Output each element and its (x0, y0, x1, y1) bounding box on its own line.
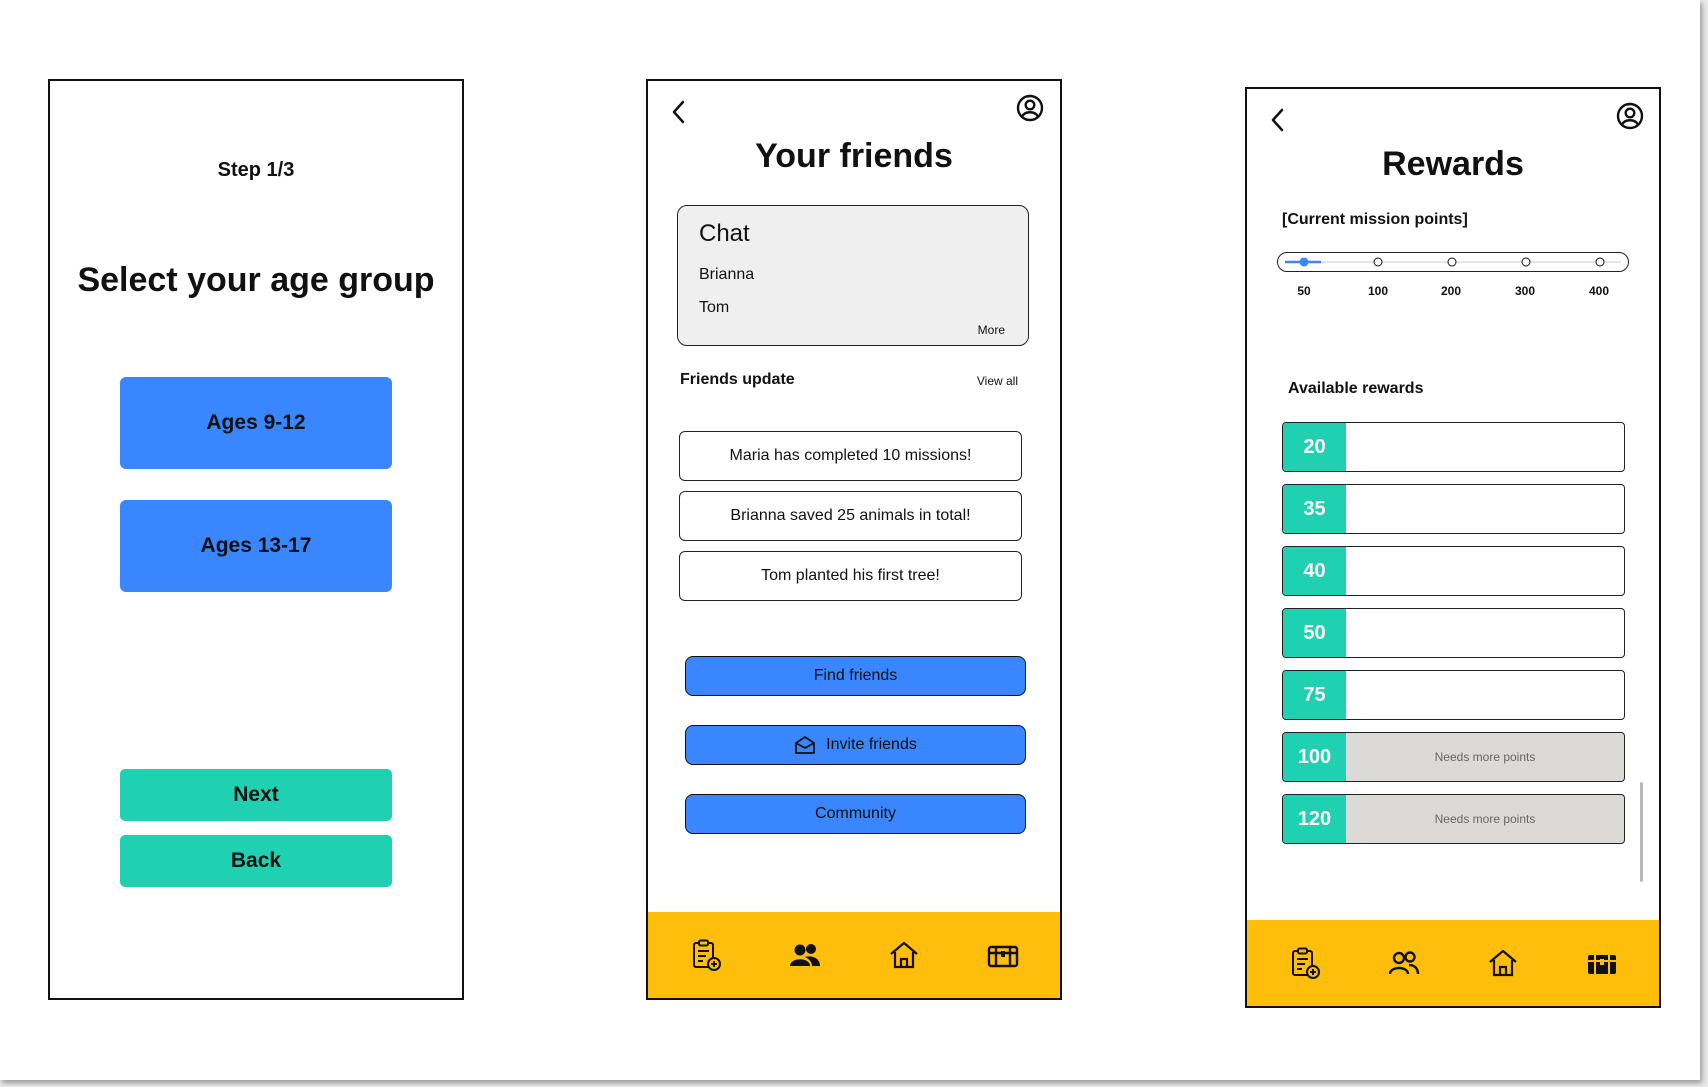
bottom-tab-bar (1247, 920, 1659, 1006)
find-friends-button[interactable]: Find friends (685, 656, 1026, 696)
invite-friends-button[interactable]: Invite friends (685, 725, 1026, 765)
tab-friends[interactable] (787, 937, 823, 973)
tab-rewards[interactable] (1584, 945, 1620, 981)
age-13-17-button[interactable]: Ages 13-17 (120, 500, 392, 592)
invite-friends-label: Invite friends (826, 736, 917, 753)
canvas: Step 1/3 Select your age group Ages 9-12… (0, 0, 1700, 1080)
friend-name: Maria (729, 447, 770, 464)
home-icon (889, 941, 918, 969)
friend-name: Brianna (730, 507, 786, 524)
slider-thumb[interactable] (1299, 257, 1308, 266)
find-friends-label: Find friends (813, 667, 898, 684)
chat-contact[interactable]: Tom (699, 299, 729, 317)
reward-item[interactable]: 35 (1282, 484, 1625, 534)
chat-title: Chat (699, 220, 750, 247)
missions-icon (1291, 947, 1320, 979)
friend-update-card[interactable]: Maria has completed 10 missions! (679, 431, 1022, 481)
reward-item[interactable]: 75 (1282, 670, 1625, 720)
view-all-link[interactable]: View all (977, 374, 1018, 388)
friends-update-label: Friends update (680, 371, 795, 388)
scrollbar[interactable] (1640, 782, 1643, 882)
slider-tick-label: 200 (1440, 284, 1462, 298)
reward-points: 120 (1283, 795, 1346, 843)
tab-missions[interactable] (688, 937, 724, 973)
reward-note: Needs more points (1434, 750, 1536, 764)
reward-note (1346, 609, 1624, 657)
tab-rewards[interactable] (985, 937, 1021, 973)
reward-note (1346, 547, 1624, 595)
slider-tick-label: 300 (1514, 284, 1536, 298)
page-title: Select your age group (77, 261, 435, 299)
community-label: Community (815, 805, 896, 822)
friend-update-card[interactable]: Brianna saved 25 animals in total! (679, 491, 1022, 541)
reward-points: 35 (1283, 485, 1346, 533)
missions-icon (692, 939, 721, 971)
update-text: saved 25 animals in total! (785, 507, 971, 524)
reward-note (1346, 485, 1624, 533)
available-rewards-label: Available rewards (1288, 380, 1424, 397)
tab-home[interactable] (886, 937, 922, 973)
step-indicator: Step 1/3 (217, 159, 295, 181)
reward-item-locked[interactable]: 120 Needs more points (1282, 794, 1625, 844)
back-button[interactable]: Back (120, 835, 392, 887)
reward-points: 100 (1283, 733, 1346, 781)
rewards-chest-icon (987, 945, 1018, 968)
reward-item[interactable]: 20 (1282, 422, 1625, 472)
age-9-12-button[interactable]: Ages 9-12 (120, 377, 392, 469)
friends-icon (789, 944, 820, 966)
back-chevron-icon[interactable] (1267, 105, 1289, 135)
rewards-chest-icon (1587, 955, 1616, 974)
chat-more-link[interactable]: More (978, 323, 1005, 337)
slider-tick-label: 400 (1588, 284, 1610, 298)
chat-panel[interactable]: Chat Brianna Tom More (677, 205, 1029, 346)
friend-name: Tom (761, 567, 792, 584)
reward-item-locked[interactable]: 100 Needs more points (1282, 732, 1625, 782)
points-slider-track (1284, 257, 1621, 266)
current-points-label: [Current mission points] (1282, 211, 1468, 228)
page-title: Your friends (755, 137, 953, 175)
back-chevron-icon[interactable] (668, 97, 690, 127)
slider-tick-label: 100 (1367, 284, 1389, 298)
next-button[interactable]: Next (120, 769, 392, 821)
community-button[interactable]: Community (685, 794, 1026, 834)
reward-points: 20 (1283, 423, 1346, 471)
page-title: Rewards (1382, 145, 1524, 183)
home-icon (1488, 949, 1517, 977)
friends-screen: Your friends Chat Brianna Tom More Frien… (646, 79, 1062, 1000)
reward-note (1346, 423, 1624, 471)
slider-tick-label: 50 (1297, 284, 1311, 298)
friend-update-card[interactable]: Tom planted his first tree! (679, 551, 1022, 601)
tab-friends[interactable] (1386, 945, 1422, 981)
reward-points: 75 (1283, 671, 1346, 719)
reward-note: Needs more points (1434, 812, 1536, 826)
points-slider[interactable] (1277, 252, 1629, 272)
chat-contact[interactable]: Brianna (699, 266, 754, 284)
friends-icon (1388, 951, 1419, 975)
profile-icon[interactable] (1015, 93, 1045, 123)
bottom-tab-bar (648, 912, 1060, 998)
tab-home[interactable] (1485, 945, 1521, 981)
tab-missions[interactable] (1287, 945, 1323, 981)
reward-note (1346, 671, 1624, 719)
envelope-icon (795, 736, 816, 754)
profile-icon[interactable] (1615, 101, 1645, 131)
reward-item[interactable]: 40 (1282, 546, 1625, 596)
rewards-screen: Rewards [Current mission points] 50 100 … (1245, 87, 1661, 1008)
reward-points: 40 (1283, 547, 1346, 595)
update-text: has completed 10 missions! (769, 447, 972, 464)
reward-points: 50 (1283, 609, 1346, 657)
reward-item[interactable]: 50 (1282, 608, 1625, 658)
age-select-screen: Step 1/3 Select your age group Ages 9-12… (48, 79, 464, 1000)
update-text: planted his first tree! (791, 567, 940, 584)
